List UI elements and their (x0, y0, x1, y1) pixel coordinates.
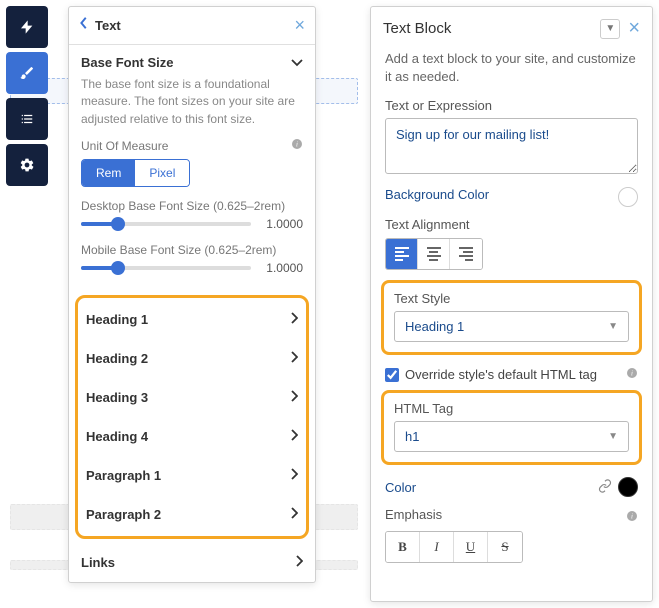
chevron-right-icon (290, 390, 298, 405)
mobile-slider-value: 1.0000 (259, 261, 303, 275)
close-panel-button[interactable]: × (294, 15, 305, 36)
info-icon[interactable]: i (626, 367, 638, 382)
html-tag-highlight: HTML Tag h1 ▼ (381, 390, 642, 465)
base-font-size-header[interactable]: Base Font Size (81, 55, 303, 70)
unit-toggle: Rem Pixel (81, 159, 190, 187)
svg-text:i: i (631, 512, 633, 520)
desktop-slider-label: Desktop Base Font Size (0.625–2rem) (81, 199, 303, 213)
style-heading-2[interactable]: Heading 2 (78, 339, 306, 378)
override-html-tag-label[interactable]: Override style's default HTML tag (405, 367, 620, 382)
text-block-title: Text Block (383, 20, 600, 37)
html-tag-select[interactable]: h1 ▼ (394, 421, 629, 452)
brush-icon (19, 65, 35, 81)
html-tag-label: HTML Tag (394, 401, 453, 416)
list-icon (19, 112, 35, 126)
text-expression-label: Text or Expression (385, 98, 492, 113)
align-center-button[interactable] (418, 239, 450, 269)
text-panel: Text × Base Font Size The base font size… (68, 6, 316, 583)
text-style-list: Heading 1 Heading 2 Heading 3 Heading 4 … (75, 295, 309, 539)
bold-button[interactable]: B (386, 532, 420, 562)
text-block-panel: Text Block ▼ × Add a text block to your … (370, 6, 653, 602)
text-style-label: Text Style (394, 291, 450, 306)
emphasis-label: Emphasis (385, 507, 442, 522)
chevron-right-icon (290, 312, 298, 327)
info-icon[interactable]: i (626, 510, 638, 525)
chevron-right-icon (290, 468, 298, 483)
chevron-down-icon (291, 55, 303, 70)
color-swatch[interactable] (618, 477, 638, 497)
text-alignment-label: Text Alignment (385, 217, 470, 232)
color-label: Color (385, 480, 416, 495)
align-right-button[interactable] (450, 239, 482, 269)
chevron-right-icon (290, 507, 298, 522)
align-left-button[interactable] (386, 239, 418, 269)
override-html-tag-checkbox[interactable] (385, 368, 399, 382)
link-icon[interactable] (598, 479, 612, 496)
gear-icon (19, 157, 35, 173)
desktop-slider-value: 1.0000 (259, 217, 303, 231)
list-tool-button[interactable] (6, 98, 48, 140)
close-text-block-button[interactable]: × (628, 17, 640, 40)
desktop-slider[interactable] (81, 222, 251, 226)
mobile-slider-label: Mobile Base Font Size (0.625–2rem) (81, 243, 303, 257)
bolt-tool-button[interactable] (6, 6, 48, 48)
underline-button[interactable]: U (454, 532, 488, 562)
unit-rem-button[interactable]: Rem (82, 160, 135, 186)
panel-title: Text (95, 18, 294, 33)
unit-pixel-button[interactable]: Pixel (135, 160, 189, 186)
text-expression-input[interactable] (385, 118, 638, 174)
dropdown-icon: ▼ (608, 321, 618, 332)
base-font-size-label: Base Font Size (81, 55, 173, 70)
unit-of-measure-label: Unit Of Measure (81, 139, 168, 153)
info-icon[interactable]: i (291, 138, 303, 153)
style-heading-1[interactable]: Heading 1 (78, 300, 306, 339)
strikethrough-button[interactable]: S (488, 532, 522, 562)
background-color-label: Background Color (385, 187, 489, 202)
style-paragraph-2[interactable]: Paragraph 2 (78, 495, 306, 534)
chevron-left-icon (79, 16, 89, 30)
background-color-swatch[interactable] (618, 187, 638, 207)
chevron-right-icon (290, 351, 298, 366)
dropdown-icon: ▼ (608, 431, 618, 442)
svg-text:i: i (296, 141, 298, 149)
mobile-slider[interactable] (81, 266, 251, 270)
italic-button[interactable]: I (420, 532, 454, 562)
text-block-description: Add a text block to your site, and custo… (371, 50, 652, 98)
base-font-size-description: The base font size is a foundational mea… (81, 76, 303, 128)
back-button[interactable] (79, 16, 89, 35)
bolt-icon (19, 18, 35, 36)
brush-tool-button[interactable] (6, 52, 48, 94)
chevron-right-icon (290, 429, 298, 444)
settings-tool-button[interactable] (6, 144, 48, 186)
chevron-right-icon (295, 555, 303, 570)
style-heading-3[interactable]: Heading 3 (78, 378, 306, 417)
svg-text:i: i (631, 370, 633, 378)
links-row[interactable]: Links (69, 543, 315, 582)
emphasis-group: B I U S (385, 531, 523, 563)
text-style-select[interactable]: Heading 1 ▼ (394, 311, 629, 342)
panel-options-dropdown[interactable]: ▼ (600, 19, 620, 39)
style-heading-4[interactable]: Heading 4 (78, 417, 306, 456)
text-style-highlight: Text Style Heading 1 ▼ (381, 280, 642, 355)
style-paragraph-1[interactable]: Paragraph 1 (78, 456, 306, 495)
mobile-slider-thumb[interactable] (111, 261, 125, 275)
left-toolbar (6, 6, 48, 186)
alignment-group (385, 238, 483, 270)
desktop-slider-thumb[interactable] (111, 217, 125, 231)
